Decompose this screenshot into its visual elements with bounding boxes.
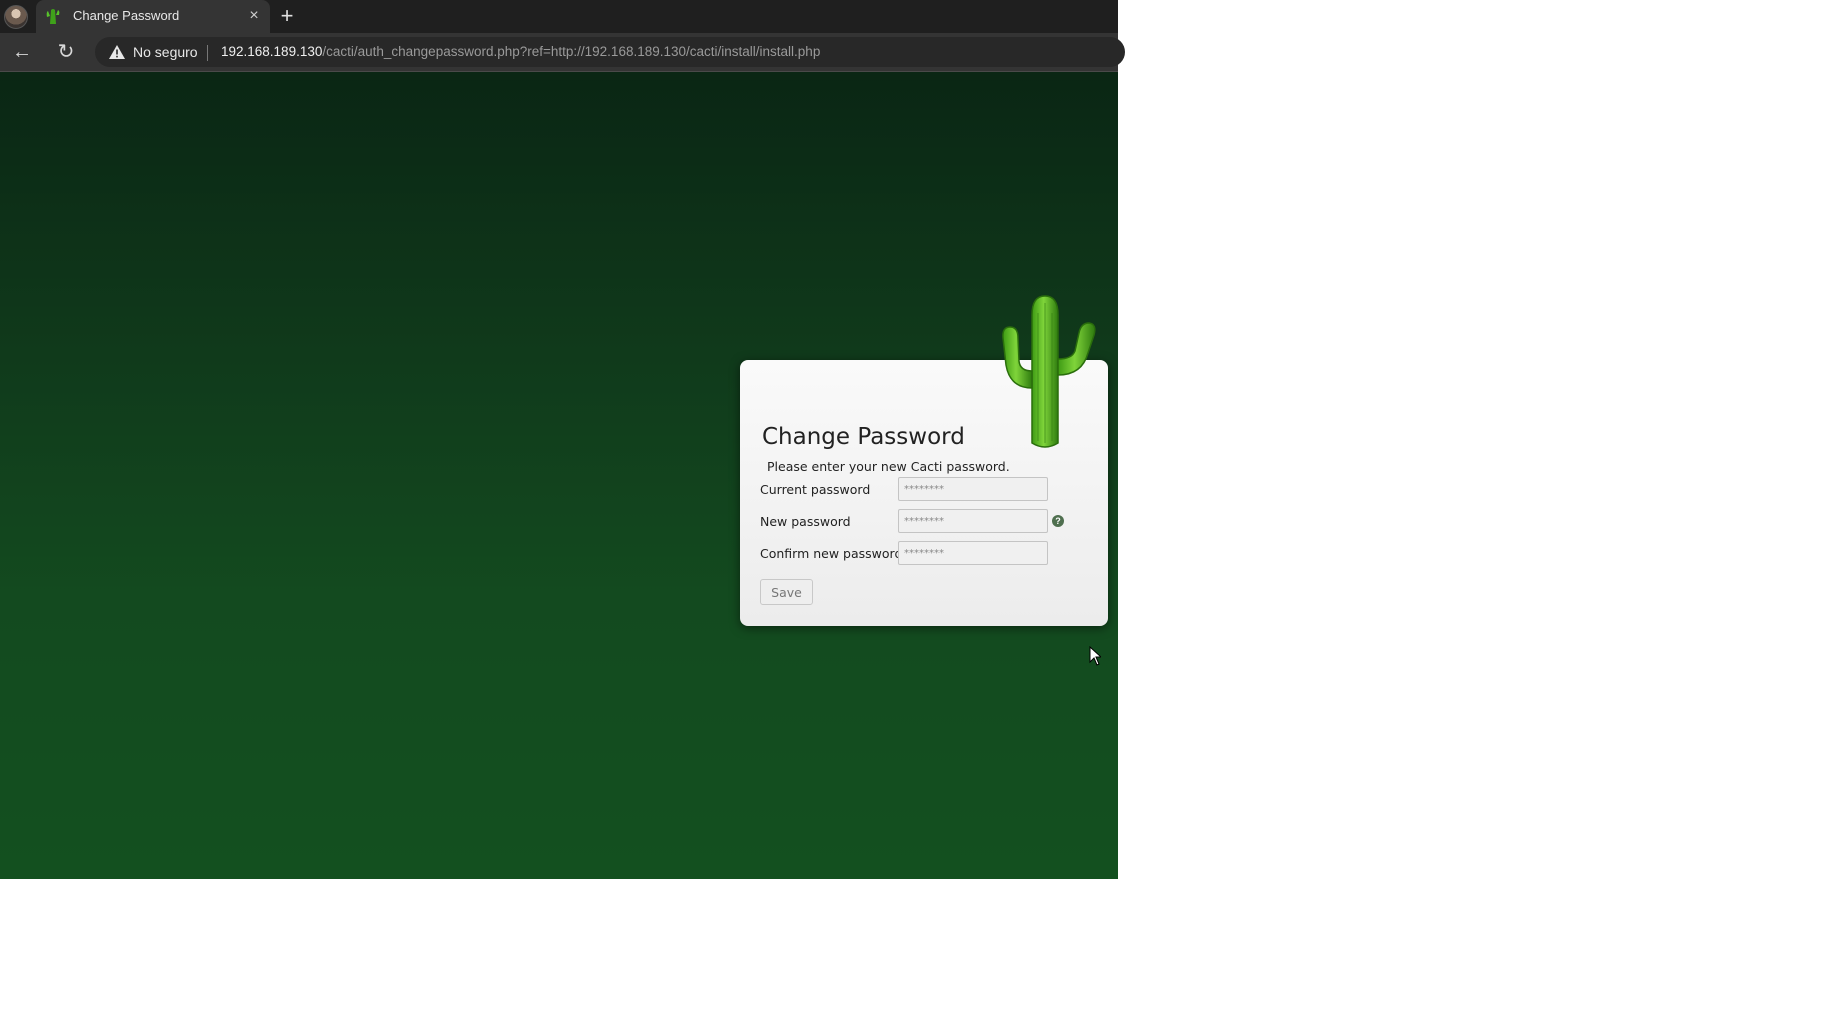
- close-tab-icon[interactable]: ×: [244, 6, 264, 26]
- url-path: /cacti/auth_changepassword.php?ref=http:…: [322, 44, 821, 59]
- browser-toolbar: ← ↻ No seguro 192.168.189.130/cacti/auth…: [0, 33, 1125, 72]
- url-host: 192.168.189.130: [221, 44, 323, 59]
- back-arrow-icon[interactable]: ←: [8, 39, 36, 65]
- url-text[interactable]: 192.168.189.130/cacti/auth_changepasswor…: [221, 44, 820, 59]
- profile-avatar[interactable]: [4, 5, 28, 29]
- address-bar[interactable]: No seguro 192.168.189.130/cacti/auth_cha…: [95, 37, 1125, 67]
- current-password-label: Current password: [760, 482, 871, 497]
- new-password-field[interactable]: [898, 509, 1048, 533]
- reload-icon[interactable]: ↻: [52, 39, 80, 65]
- new-tab-icon[interactable]: +: [276, 4, 298, 28]
- page-title: Change Password: [762, 424, 965, 450]
- page-content: Change Password Please enter your new Ca…: [0, 72, 1118, 879]
- omnibox-divider: [207, 45, 208, 61]
- tab-strip: Change Password × +: [0, 0, 1118, 33]
- confirm-password-label: Confirm new password: [760, 546, 903, 561]
- security-status-label[interactable]: No seguro: [133, 44, 198, 60]
- tab-title: Change Password: [73, 8, 180, 23]
- mouse-pointer-icon: [1089, 646, 1101, 666]
- confirm-password-row: Confirm new password: [760, 541, 1090, 567]
- confirm-password-field[interactable]: [898, 541, 1048, 565]
- page-subtitle: Please enter your new Cacti password.: [767, 459, 1010, 474]
- warning-triangle-icon[interactable]: [109, 45, 125, 59]
- new-password-label: New password: [760, 514, 851, 529]
- current-password-field[interactable]: [898, 477, 1048, 501]
- tab-change-password[interactable]: Change Password ×: [36, 0, 270, 33]
- current-password-row: Current password: [760, 477, 1090, 503]
- cactus-favicon-icon: [46, 9, 60, 24]
- save-button[interactable]: Save: [760, 579, 813, 605]
- new-password-row: New password ?: [760, 509, 1090, 535]
- help-icon[interactable]: ?: [1052, 515, 1064, 527]
- cactus-logo-icon: [1002, 295, 1096, 448]
- browser-window: Change Password × + ← ↻ No seguro 192.16…: [0, 0, 1125, 879]
